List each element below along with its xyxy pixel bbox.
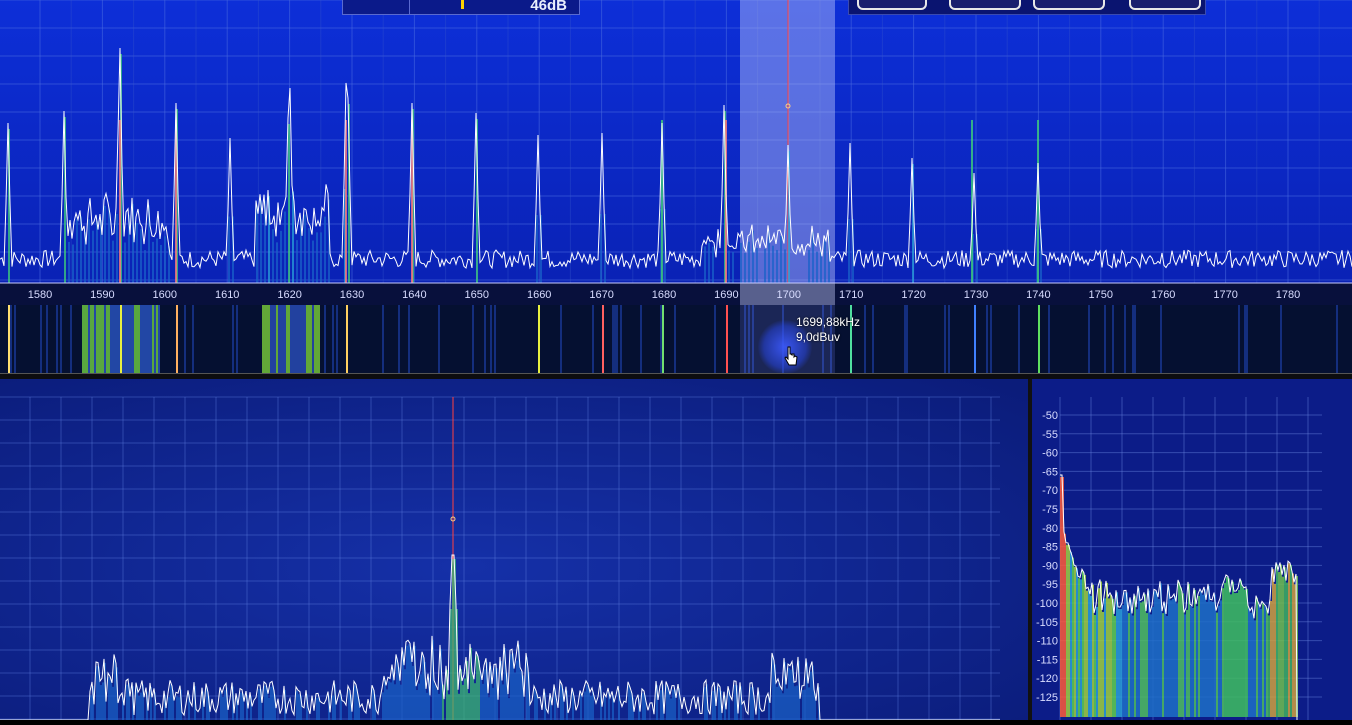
db-tick-label: -120 — [1036, 673, 1058, 685]
toolbar-button-3[interactable] — [1033, 0, 1105, 10]
audio-spectrum-panel[interactable]: -50 -55 -60 -65 -70 -75 -80 -85 -90 -95 -100 -105 -1… — [1032, 379, 1352, 721]
db-tick-label: -55 — [1042, 429, 1058, 441]
spectrum-display[interactable]: 1580 1590 1600 1610 1620 1630 1640 1650 1660 1670… — [0, 0, 1352, 305]
toolbar-button-2[interactable] — [949, 0, 1021, 10]
freq-tick-label: 1630 — [340, 289, 364, 301]
db-tick-label: -105 — [1036, 617, 1058, 629]
mouse-pointer-icon — [784, 346, 798, 366]
freq-tick-label: 1580 — [28, 289, 52, 301]
freq-tick-label: 1780 — [1276, 289, 1300, 301]
freq-tick-label: 1600 — [153, 289, 177, 301]
tooltip-frequency: 1699,88kHz — [796, 315, 861, 329]
freq-tick-label: 1590 — [90, 289, 114, 301]
db-tick-label: -75 — [1042, 504, 1058, 516]
db-tick-label: -90 — [1042, 560, 1058, 572]
freq-tick-label: 1720 — [901, 289, 925, 301]
zoom-spectrum-display[interactable] — [0, 379, 1030, 721]
freq-tick-label: 1750 — [1089, 289, 1113, 301]
db-tick-label: -50 — [1042, 410, 1058, 422]
freq-tick-label: 1760 — [1151, 289, 1175, 301]
freq-tick-label: 1670 — [589, 289, 613, 301]
freq-tick-label: 1640 — [402, 289, 426, 301]
db-tick-label: -70 — [1042, 485, 1058, 497]
freq-tick-label: 1770 — [1213, 289, 1237, 301]
freq-tick-label: 1700 — [777, 289, 801, 301]
db-tick-label: -100 — [1036, 598, 1058, 610]
gain-value: 46dB — [530, 0, 567, 14]
freq-tick-label: 1740 — [1026, 289, 1050, 301]
freq-tick-label: 1620 — [277, 289, 301, 301]
freq-tick-label: 1650 — [465, 289, 489, 301]
gain-level-indicator — [461, 0, 464, 9]
db-tick-label: -125 — [1036, 692, 1058, 704]
db-tick-label: -95 — [1042, 579, 1058, 591]
toolbar-button-1[interactable] — [857, 0, 927, 10]
gain-control[interactable]: 46dB — [342, 0, 580, 15]
freq-tick-label: 1710 — [839, 289, 863, 301]
freq-tick-label: 1680 — [652, 289, 676, 301]
freq-tick-label: 1690 — [714, 289, 738, 301]
db-tick-label: -80 — [1042, 523, 1058, 535]
toolbar-button-4[interactable] — [1129, 0, 1201, 10]
db-tick-label: -85 — [1042, 542, 1058, 554]
tooltip-level: 9,0dBuv — [796, 330, 841, 344]
db-tick-label: -65 — [1042, 466, 1058, 478]
waterfall-display[interactable] — [0, 305, 1352, 373]
db-tick-label: -115 — [1037, 654, 1058, 666]
db-tick-label: -110 — [1037, 636, 1058, 648]
db-tick-label: -60 — [1042, 448, 1058, 460]
toolbar-buttons — [848, 0, 1206, 15]
frequency-tooltip: 1699,88kHz 9,0dBuv — [796, 315, 860, 345]
freq-tick-label: 1730 — [964, 289, 988, 301]
freq-tick-label: 1660 — [527, 289, 551, 301]
freq-tick-label: 1610 — [215, 289, 239, 301]
